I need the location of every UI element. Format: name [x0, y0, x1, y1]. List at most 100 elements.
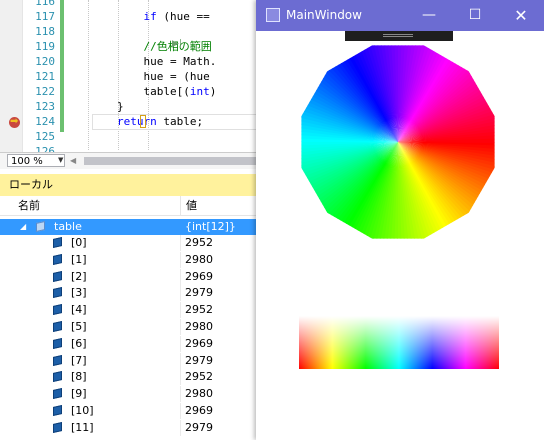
- locals-panel: ローカル 名前 値 ◢ table {int[12]} [0] 2952 [1] 29…: [0, 174, 260, 440]
- variable-name: [1]: [71, 252, 87, 266]
- field-icon: [53, 405, 62, 416]
- close-button[interactable]: ✕: [498, 0, 544, 31]
- variable-name: [6]: [71, 336, 87, 350]
- line-number: 122: [35, 85, 55, 98]
- variable-name: [10]: [71, 404, 94, 417]
- horizontal-scrollbar-thumb[interactable]: [84, 157, 259, 165]
- locals-row-element[interactable]: [7] 2979: [0, 352, 260, 369]
- locals-panel-title[interactable]: ローカル: [0, 174, 260, 197]
- code-editor[interactable]: ➡ 116 117 118 119 120 121 122 123 124 125 126 if (…: [0, 0, 260, 152]
- collapse-triangle-icon[interactable]: ◢: [20, 219, 26, 235]
- field-icon: [53, 287, 62, 299]
- column-header-value[interactable]: 値: [186, 196, 197, 215]
- variable-value: 2969: [185, 336, 213, 350]
- zoom-select[interactable]: 100 %: [7, 154, 65, 167]
- field-icon: [53, 421, 62, 433]
- zoom-value: 100 %: [11, 156, 43, 167]
- locals-row-element[interactable]: [9] 2980: [0, 386, 260, 403]
- collapse-arrow-icon[interactable]: ▶|: [172, 39, 182, 49]
- text-caret: [140, 115, 146, 128]
- field-icon: [53, 371, 62, 383]
- wheel-center-glow: [301, 45, 495, 239]
- line-number: 120: [35, 55, 55, 68]
- locals-row-element[interactable]: [5] 2980: [0, 319, 260, 335]
- code-line[interactable]: [64, 0, 216, 9]
- object-icon: [36, 221, 45, 232]
- maximize-button[interactable]: ☐: [452, 0, 498, 31]
- column-divider: [180, 268, 181, 285]
- window-app-icon[interactable]: [266, 8, 280, 22]
- locals-column-header: 名前 値: [0, 196, 260, 216]
- code-line[interactable]: }: [64, 99, 216, 114]
- code-line[interactable]: [64, 24, 216, 39]
- locals-row-element[interactable]: [11] 2979: [0, 419, 260, 436]
- line-number: 123: [35, 100, 55, 113]
- variable-value: 2980: [185, 387, 213, 401]
- field-icon: [53, 388, 62, 400]
- main-window: MainWindow — ☐ ✕: [256, 0, 544, 440]
- field-icon: [53, 304, 62, 316]
- column-header-name[interactable]: 名前: [18, 196, 40, 215]
- column-divider: [180, 335, 181, 352]
- column-divider: [180, 403, 181, 419]
- code-line[interactable]: //色相の範囲: [64, 39, 216, 54]
- column-divider: [180, 419, 181, 436]
- variable-value: 2969: [185, 404, 213, 417]
- column-divider: [180, 319, 181, 335]
- code-line[interactable]: if (hue ==: [64, 9, 216, 24]
- locals-row-element[interactable]: [8] 2952: [0, 369, 260, 386]
- variable-name: [8]: [71, 370, 87, 384]
- column-divider: [180, 369, 181, 386]
- code-line[interactable]: table[(int): [64, 84, 216, 99]
- variable-value: 2980: [185, 252, 213, 266]
- window-title-bar[interactable]: MainWindow — ☐ ✕: [256, 0, 544, 31]
- variable-value: 2979: [185, 353, 213, 367]
- breakpoint-gutter[interactable]: ➡: [0, 0, 23, 152]
- code-line[interactable]: hue = Math.: [64, 54, 216, 69]
- field-icon: [53, 237, 62, 248]
- code-line[interactable]: [64, 144, 216, 152]
- locals-row-element[interactable]: [1] 2980: [0, 251, 260, 268]
- locals-row-element[interactable]: [2] 2969: [0, 268, 260, 285]
- variable-value: 2979: [185, 286, 213, 300]
- hue-gradient-strip: [299, 316, 499, 369]
- code-text[interactable]: if (hue == //色相の範囲 hue = Math. hue = (hu…: [64, 0, 216, 152]
- variable-value: 2952: [185, 303, 213, 317]
- field-icon: [53, 337, 62, 349]
- line-number: 117: [35, 10, 55, 23]
- field-icon: [53, 321, 62, 332]
- variable-value: 2979: [185, 420, 213, 434]
- locals-row-element[interactable]: [4] 2952: [0, 302, 260, 319]
- variable-value: {int[12]}: [185, 220, 236, 233]
- column-divider: [180, 251, 181, 268]
- locals-row-element[interactable]: [10] 2969: [0, 403, 260, 419]
- field-icon: [53, 270, 62, 282]
- editor-status-bar: 100 % ▼ ◀: [0, 152, 260, 169]
- line-numbers: 116 117 118 119 120 121 122 123 124 125 126: [22, 0, 55, 152]
- variable-name: [0]: [71, 236, 87, 249]
- field-icon: [53, 354, 62, 366]
- line-number: 125: [35, 130, 55, 143]
- locals-row-element[interactable]: [0] 2952: [0, 235, 260, 251]
- scroll-left-icon[interactable]: ◀: [70, 156, 76, 165]
- chevron-down-icon[interactable]: ▼: [58, 156, 63, 164]
- line-number: 119: [35, 40, 55, 53]
- locals-row-element[interactable]: [6] 2969: [0, 335, 260, 352]
- line-number: 126: [35, 145, 55, 152]
- variable-name: [9]: [71, 387, 87, 401]
- code-line[interactable]: hue = (hue: [64, 69, 216, 84]
- code-line[interactable]: [64, 129, 216, 144]
- in-app-debug-toolbar[interactable]: [345, 31, 453, 41]
- locals-row-table[interactable]: ◢ table {int[12]}: [0, 219, 260, 235]
- column-divider: [180, 285, 181, 302]
- variable-value: 2952: [185, 370, 213, 384]
- minimize-button[interactable]: —: [406, 0, 452, 31]
- variable-value: 2969: [185, 269, 213, 283]
- column-divider: [180, 302, 181, 319]
- current-statement-arrow-icon: ➡: [10, 116, 19, 127]
- column-divider[interactable]: [180, 196, 181, 215]
- locals-row-element[interactable]: [3] 2979: [0, 285, 260, 302]
- variable-name: [2]: [71, 269, 87, 283]
- variable-value: 2980: [185, 320, 213, 333]
- column-divider: [180, 352, 181, 369]
